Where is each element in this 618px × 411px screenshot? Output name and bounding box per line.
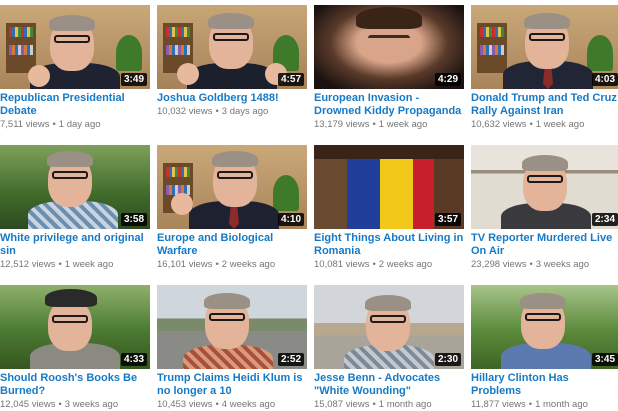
view-count: 12,045 views	[0, 399, 56, 410]
video-meta: 12,045 views • 3 weeks ago	[0, 399, 150, 411]
video-card[interactable]: 4:29 European Invasion - Drowned Kiddy P…	[314, 5, 464, 131]
upload-age: 2 weeks ago	[221, 259, 276, 270]
video-duration: 3:58	[120, 213, 147, 226]
view-count: 10,081 views	[314, 259, 370, 270]
upload-age: 3 weeks ago	[535, 259, 590, 270]
meta-separator: •	[528, 399, 533, 410]
video-meta: 10,032 views • 3 days ago	[157, 106, 307, 118]
video-title-link[interactable]: Should Roosh's Books Be Burned?	[0, 372, 150, 398]
upload-age: 1 week ago	[378, 119, 428, 130]
video-title-link[interactable]: Joshua Goldberg 1488!	[157, 92, 307, 105]
meta-separator: •	[215, 259, 219, 270]
video-thumbnail[interactable]: 3:49	[0, 5, 150, 89]
video-title-link[interactable]: TV Reporter Murdered Live On Air	[471, 232, 618, 258]
meta-separator: •	[372, 259, 376, 270]
upload-age: 1 week ago	[535, 119, 585, 130]
view-count: 23,298 views	[471, 259, 527, 270]
video-meta: 13,179 views • 1 week ago	[314, 119, 464, 131]
video-card[interactable]: 2:34 TV Reporter Murdered Live On Air 23…	[471, 145, 618, 271]
upload-age: 3 weeks ago	[64, 399, 119, 410]
meta-separator: •	[215, 106, 219, 117]
upload-age: 2 weeks ago	[378, 259, 433, 270]
view-count: 11,877 views	[471, 399, 526, 410]
video-title-link[interactable]: Trump Claims Heidi Klum is no longer a 1…	[157, 372, 307, 398]
video-duration: 3:49	[120, 73, 147, 86]
view-count: 10,453 views	[157, 399, 213, 410]
meta-separator: •	[58, 399, 62, 410]
meta-separator: •	[52, 119, 56, 130]
video-meta: 7,511 views • 1 day ago	[0, 119, 150, 131]
video-duration: 2:30	[434, 353, 461, 366]
meta-separator: •	[215, 399, 219, 410]
video-title-link[interactable]: Jesse Benn - Advocates "White Wounding"	[314, 372, 464, 398]
video-card[interactable]: 3:49 Republican Presidential Debate 7,51…	[0, 5, 150, 131]
video-duration: 3:57	[434, 213, 461, 226]
video-thumbnail[interactable]: 4:57	[157, 5, 307, 89]
video-title-link[interactable]: Eight Things About Living in Romania	[314, 232, 464, 258]
video-thumbnail[interactable]: 2:30	[314, 285, 464, 369]
video-duration: 4:10	[277, 213, 304, 226]
video-thumbnail[interactable]: 3:45	[471, 285, 618, 369]
video-duration: 2:34	[591, 213, 618, 226]
video-duration: 2:52	[277, 353, 304, 366]
upload-age: 4 weeks ago	[221, 399, 276, 410]
video-card[interactable]: 4:03 Donald Trump and Ted Cruz Rally Aga…	[471, 5, 618, 131]
video-thumbnail[interactable]: 4:03	[471, 5, 618, 89]
upload-age: 1 month ago	[378, 399, 432, 410]
meta-separator: •	[372, 119, 376, 130]
video-title-link[interactable]: Donald Trump and Ted Cruz Rally Against …	[471, 92, 618, 118]
video-duration: 4:57	[277, 73, 304, 86]
video-thumbnail[interactable]: 3:58	[0, 145, 150, 229]
upload-age: 1 day ago	[58, 119, 101, 130]
view-count: 10,032 views	[157, 106, 213, 117]
view-count: 15,087 views	[314, 399, 370, 410]
video-meta: 23,298 views • 3 weeks ago	[471, 259, 618, 271]
video-title-link[interactable]: Europe and Biological Warfare	[157, 232, 307, 258]
video-title-link[interactable]: White privilege and original sin	[0, 232, 150, 258]
meta-separator: •	[58, 259, 62, 270]
meta-separator: •	[529, 259, 533, 270]
video-card[interactable]: 3:45 Hillary Clinton Has Problems 11,877…	[471, 285, 618, 411]
video-thumbnail[interactable]: 4:29	[314, 5, 464, 89]
view-count: 13,179 views	[314, 119, 370, 130]
video-meta: 10,081 views • 2 weeks ago	[314, 259, 464, 271]
video-card[interactable]: 2:52 Trump Claims Heidi Klum is no longe…	[157, 285, 307, 411]
upload-age: 3 days ago	[221, 106, 269, 117]
video-thumbnail[interactable]: 4:33	[0, 285, 150, 369]
video-thumbnail[interactable]: 2:52	[157, 285, 307, 369]
video-meta: 16,101 views • 2 weeks ago	[157, 259, 307, 271]
video-duration: 3:45	[591, 353, 618, 366]
view-count: 10,632 views	[471, 119, 527, 130]
meta-separator: •	[529, 119, 533, 130]
video-title-link[interactable]: Republican Presidential Debate	[0, 92, 150, 118]
video-thumbnail[interactable]: 2:34	[471, 145, 618, 229]
view-count: 12,512 views	[0, 259, 56, 270]
video-duration: 4:03	[591, 73, 618, 86]
video-meta: 10,632 views • 1 week ago	[471, 119, 618, 131]
video-thumbnail[interactable]: 4:10	[157, 145, 307, 229]
video-card[interactable]: 3:57 Eight Things About Living in Romani…	[314, 145, 464, 271]
view-count: 16,101 views	[157, 259, 213, 270]
video-meta: 12,512 views • 1 week ago	[0, 259, 150, 271]
video-card[interactable]: 2:30 Jesse Benn - Advocates "White Wound…	[314, 285, 464, 411]
video-card[interactable]: 3:58 White privilege and original sin 12…	[0, 145, 150, 271]
upload-age: 1 week ago	[64, 259, 114, 270]
upload-age: 1 month ago	[535, 399, 588, 410]
video-title-link[interactable]: Hillary Clinton Has Problems	[471, 372, 618, 398]
view-count: 7,511 views	[0, 119, 50, 130]
video-duration: 4:29	[434, 73, 461, 86]
video-card[interactable]: 4:10 Europe and Biological Warfare 16,10…	[157, 145, 307, 271]
video-meta: 10,453 views • 4 weeks ago	[157, 399, 307, 411]
video-card[interactable]: 4:33 Should Roosh's Books Be Burned? 12,…	[0, 285, 150, 411]
video-meta: 11,877 views • 1 month ago	[471, 399, 618, 411]
video-meta: 15,087 views • 1 month ago	[314, 399, 464, 411]
video-title-link[interactable]: European Invasion - Drowned Kiddy Propag…	[314, 92, 464, 118]
video-card[interactable]: 4:57 Joshua Goldberg 1488! 10,032 views •…	[157, 5, 307, 118]
meta-separator: •	[372, 399, 376, 410]
video-duration: 4:33	[120, 353, 147, 366]
video-thumbnail[interactable]: 3:57	[314, 145, 464, 229]
